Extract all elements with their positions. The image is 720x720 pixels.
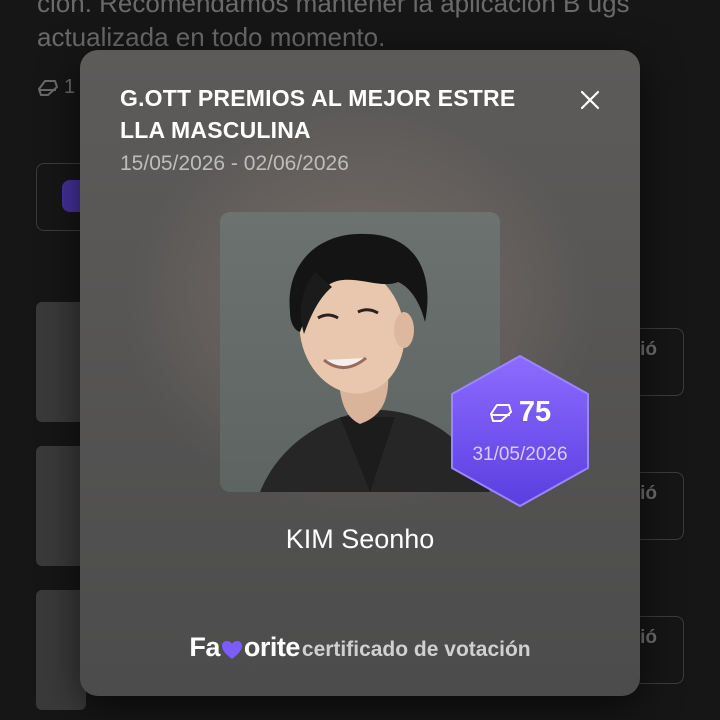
- hexagon-badge-icon: [451, 355, 589, 507]
- heart-icon: [221, 640, 242, 659]
- badge-vote-number: 75: [518, 396, 552, 428]
- background-vote-number: 1: [64, 76, 76, 98]
- eraser-vote-icon: [489, 403, 512, 422]
- close-button[interactable]: [576, 86, 604, 114]
- favorite-logo: Fa orite: [189, 632, 300, 663]
- close-icon[interactable]: [576, 86, 604, 114]
- background-row-image: [36, 590, 86, 710]
- eraser-icon: [38, 79, 58, 96]
- award-title: G.OTT PREMIOS AL MEJOR ESTRE LLA MASCULI…: [120, 85, 516, 143]
- background-row-image: [36, 446, 86, 566]
- logo-text-start: Fa: [189, 632, 220, 662]
- certificate-footer: Fa orite certificado de votación: [80, 632, 640, 663]
- vote-certificate-modal: G.OTT PREMIOS AL MEJOR ESTRE LLA MASCULI…: [80, 50, 640, 696]
- vote-badge: 75 31/05/2026: [442, 350, 598, 512]
- badge-date: 31/05/2026: [472, 444, 568, 465]
- candidate-name: KIM Seonho: [285, 524, 435, 554]
- badge-vote-count: 75: [442, 396, 598, 429]
- background-vote-count: 1: [38, 76, 75, 99]
- background-row-image: [36, 302, 86, 422]
- background-description: ción. Recomendamos mantener la aplicació…: [37, 0, 630, 52]
- award-date-range: 15/05/2026 - 02/06/2026: [120, 152, 349, 175]
- logo-text-end: orite: [243, 632, 301, 662]
- certificate-caption: certificado de votación: [301, 638, 531, 661]
